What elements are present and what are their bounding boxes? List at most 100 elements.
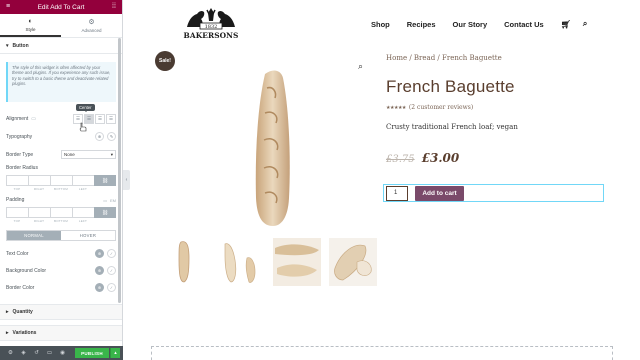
edit-pencil-icon[interactable]: ✎ xyxy=(107,132,116,141)
tab-style[interactable]: ◐ Style xyxy=(0,14,61,37)
padding-left-input[interactable] xyxy=(72,207,94,218)
hamburger-menu-icon[interactable]: ≡ xyxy=(4,3,12,11)
tab-normal[interactable]: NORMAL xyxy=(7,231,61,240)
dim-cap-bottom: BOTTOM xyxy=(54,187,68,191)
align-right-button[interactable]: ☰ xyxy=(95,114,105,124)
link-values-button[interactable]: ⛓ xyxy=(94,175,116,186)
padding-unit[interactable]: EM xyxy=(110,198,116,203)
publish-button[interactable]: PUBLISH xyxy=(75,348,109,358)
tab-hover[interactable]: HOVER xyxy=(61,231,115,240)
border-type-control: Border Type None ▾ xyxy=(6,150,116,159)
thumbnail-2[interactable] xyxy=(217,238,265,286)
nav-contact-us[interactable]: Contact Us xyxy=(504,20,544,29)
border-radius-bottom-input[interactable] xyxy=(50,175,72,186)
responsive-icon[interactable]: ▭ xyxy=(43,350,56,356)
layers-icon[interactable]: ◈ xyxy=(17,350,30,356)
reviews-link[interactable]: (2 customer reviews) xyxy=(409,104,473,111)
section-variations-header[interactable]: ▸ Variations xyxy=(0,325,122,341)
site-logo[interactable]: 1832 BAKERSONS xyxy=(183,5,239,43)
padding-label: Padding xyxy=(6,197,25,203)
dim-cap-top: TOP xyxy=(13,219,21,223)
tab-advanced-label: Advanced xyxy=(81,28,102,33)
color-picker-swatch[interactable]: ⁄ xyxy=(107,266,116,275)
caret-right-icon: ▸ xyxy=(6,330,9,336)
dim-cap-bottom: BOTTOM xyxy=(54,219,68,223)
background-color-label: Background Color xyxy=(6,267,47,274)
border-type-value: None xyxy=(64,152,75,157)
nav-shop[interactable]: Shop xyxy=(371,20,390,29)
padding-top-input[interactable] xyxy=(6,207,28,218)
dim-cap-right: RIGHT xyxy=(33,219,45,223)
product-thumbnails xyxy=(161,238,385,286)
border-color-control: Border Color ⊕ ⁄ xyxy=(6,283,116,292)
preview-eye-icon[interactable]: ◉ xyxy=(56,350,69,356)
quantity-input[interactable]: 1 xyxy=(386,185,408,201)
history-icon[interactable]: ↺ xyxy=(30,350,43,356)
panel-footer: ⚙ ◈ ↺ ▭ ◉ PUBLISH ▴ xyxy=(0,346,123,360)
panel-scrollbar[interactable] xyxy=(118,38,121,303)
lion-crest-icon: 1832 xyxy=(187,8,235,30)
panel-header: ≡ Edit Add To Cart ⁞⁞ xyxy=(0,0,122,14)
state-tabs: NORMAL HOVER xyxy=(6,230,116,241)
border-radius-top-input[interactable] xyxy=(6,175,28,186)
dim-cap-left: LEFT xyxy=(78,219,88,223)
product-description: Crusty traditional French loaf; vegan xyxy=(386,123,518,131)
global-color-icon[interactable]: ⊕ xyxy=(95,249,104,258)
border-type-select[interactable]: None ▾ xyxy=(61,150,116,159)
desktop-monitor-icon[interactable]: ▭ xyxy=(103,198,107,203)
border-radius-left-input[interactable] xyxy=(72,175,94,186)
section-button-label: Button xyxy=(12,42,29,49)
border-type-label: Border Type xyxy=(6,151,34,158)
text-color-label: Text Color xyxy=(6,250,29,257)
product-price: £3.75 £3.00 xyxy=(386,151,459,165)
nav-recipes[interactable]: Recipes xyxy=(407,20,436,29)
border-radius-right-input[interactable] xyxy=(28,175,50,186)
add-to-cart-widget: 1 Add to cart xyxy=(383,184,604,202)
sale-badge: Sale! xyxy=(155,51,175,71)
section-quantity-header[interactable]: ▸ Quantity xyxy=(0,304,122,320)
settings-icon[interactable]: ⚙ xyxy=(4,350,17,356)
breadcrumb[interactable]: Home / Bread / French Baguette xyxy=(386,54,502,62)
nav-our-story[interactable]: Our Story xyxy=(453,20,488,29)
widgets-grid-icon[interactable]: ⁞⁞ xyxy=(110,3,118,11)
product-rating: ★★★★★ (2 customer reviews) xyxy=(386,104,473,111)
color-picker-swatch[interactable]: ⁄ xyxy=(107,249,116,258)
panel-title: Edit Add To Cart xyxy=(37,3,85,11)
padding-right-input[interactable] xyxy=(28,207,50,218)
dim-cap-top: TOP xyxy=(13,187,21,191)
caret-down-icon: ▾ xyxy=(6,42,9,49)
search-icon[interactable]: ⌕ xyxy=(583,19,587,29)
sale-price: £3.00 xyxy=(421,151,460,165)
thumbnail-3[interactable] xyxy=(273,238,321,286)
global-color-icon[interactable]: ⊕ xyxy=(95,266,104,275)
zoom-magnifier-icon[interactable]: ⌕ xyxy=(358,61,363,72)
section-variations-label: Variations xyxy=(12,330,37,336)
publish-options-button[interactable]: ▴ xyxy=(110,348,120,358)
collapse-panel-handle[interactable]: ‹ xyxy=(123,170,130,190)
tab-style-label: Style xyxy=(25,26,36,32)
section-button-header[interactable]: ▾ Button xyxy=(0,38,122,54)
tab-advanced[interactable]: ⚙ Advanced xyxy=(61,14,122,37)
desktop-monitor-icon[interactable]: ▭ xyxy=(31,116,36,122)
main-nav: Shop Recipes Our Story Contact Us 🛒︎ ⌕ xyxy=(371,19,599,29)
global-color-icon[interactable]: ⊕ xyxy=(95,283,104,292)
hand-cursor-icon xyxy=(79,122,87,132)
chevron-down-icon: ▾ xyxy=(110,151,113,157)
padding-bottom-input[interactable] xyxy=(50,207,72,218)
align-justify-button[interactable]: ☰ xyxy=(106,114,116,124)
half-circle-icon: ◐ xyxy=(28,17,33,25)
product-main-image[interactable] xyxy=(243,68,303,228)
dim-cap-right: RIGHT xyxy=(33,187,45,191)
thumbnail-1[interactable] xyxy=(161,238,209,286)
add-section-dropzone[interactable] xyxy=(151,346,613,360)
color-picker-swatch[interactable]: ⁄ xyxy=(107,283,116,292)
thumbnail-4[interactable] xyxy=(329,238,377,286)
cart-icon[interactable]: 🛒︎ xyxy=(561,20,571,29)
brand-year: 1832 xyxy=(205,24,218,30)
theme-style-note: The style of this widget is often affect… xyxy=(6,62,116,102)
link-values-button[interactable]: ⛓ xyxy=(94,207,116,218)
caret-right-icon: ▸ xyxy=(6,309,9,315)
alignment-control: Alignment ▭ ☰ ☰ ☰ ☰ xyxy=(6,114,116,124)
add-to-cart-button[interactable]: Add to cart xyxy=(415,185,464,201)
global-settings-icon[interactable]: ⊕ xyxy=(95,132,104,141)
